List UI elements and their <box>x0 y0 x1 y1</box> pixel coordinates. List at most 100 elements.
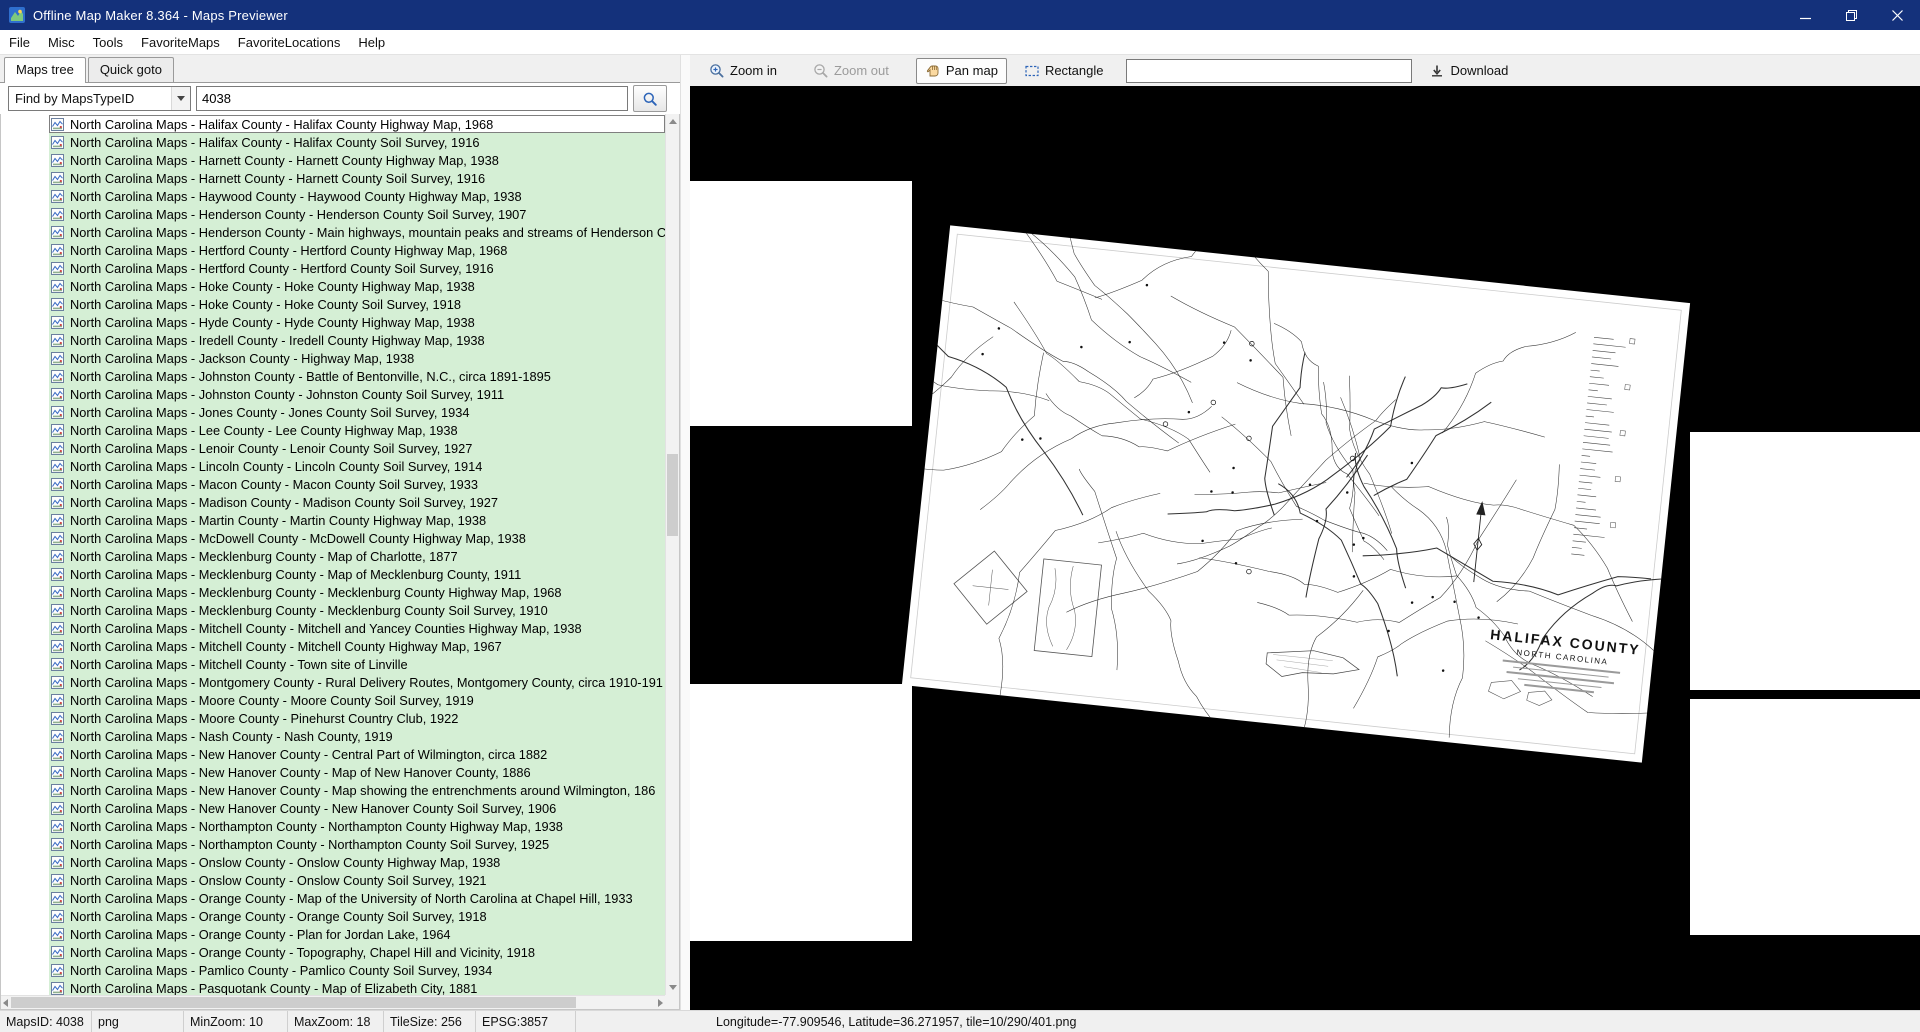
map-item-icon <box>51 658 64 671</box>
tree-item-label: North Carolina Maps - Harnett County - H… <box>70 153 499 168</box>
tree-item[interactable]: North Carolina Maps - Mitchell County - … <box>1 619 665 637</box>
tab-quick-goto[interactable]: Quick goto <box>88 57 174 82</box>
map-item-icon <box>51 820 64 833</box>
tree-item[interactable]: North Carolina Maps - Mecklenburg County… <box>1 583 665 601</box>
map-item-icon <box>51 622 64 635</box>
map-panel: Zoom in Zoom out <box>690 55 1920 1010</box>
tree-item[interactable]: North Carolina Maps - Onslow County - On… <box>1 871 665 889</box>
tree-item[interactable]: North Carolina Maps - Pamlico County - P… <box>1 961 665 979</box>
tree-item[interactable]: North Carolina Maps - Halifax County - H… <box>1 133 665 151</box>
menu-item-misc[interactable]: Misc <box>39 30 84 54</box>
tree-item-label: North Carolina Maps - Onslow County - On… <box>70 855 500 870</box>
tree-item[interactable]: North Carolina Maps - Northampton County… <box>1 817 665 835</box>
restore-button[interactable] <box>1828 0 1874 30</box>
tree-item[interactable]: North Carolina Maps - New Hanover County… <box>1 799 665 817</box>
tree-item[interactable]: North Carolina Maps - Mitchell County - … <box>1 637 665 655</box>
menu-item-tools[interactable]: Tools <box>84 30 132 54</box>
tree-item[interactable]: North Carolina Maps - Moore County - Pin… <box>1 709 665 727</box>
title-bar: Offline Map Maker 8.364 - Maps Previewer <box>0 0 1920 30</box>
tree-item[interactable]: North Carolina Maps - Jackson County - H… <box>1 349 665 367</box>
search-button[interactable] <box>633 85 667 112</box>
tree-item[interactable]: North Carolina Maps - Johnston County - … <box>1 385 665 403</box>
tree-item-label: North Carolina Maps - Nash County - Nash… <box>70 729 393 744</box>
tree-item[interactable]: North Carolina Maps - Halifax County - H… <box>1 115 665 133</box>
tree-item[interactable]: North Carolina Maps - Onslow County - On… <box>1 853 665 871</box>
tree-item[interactable]: North Carolina Maps - Harnett County - H… <box>1 151 665 169</box>
tree-item[interactable]: North Carolina Maps - Iredell County - I… <box>1 331 665 349</box>
zoom-in-button[interactable]: Zoom in <box>700 58 786 84</box>
zoom-out-label: Zoom out <box>834 63 889 78</box>
tree-item[interactable]: North Carolina Maps - Harnett County - H… <box>1 169 665 187</box>
tree-item[interactable]: North Carolina Maps - Jones County - Jon… <box>1 403 665 421</box>
tree-item[interactable]: North Carolina Maps - McDowell County - … <box>1 529 665 547</box>
panel-splitter[interactable] <box>680 55 690 1010</box>
find-by-dropdown[interactable]: Find by MapsTypeID <box>8 86 191 111</box>
toolbar-path-input[interactable] <box>1126 59 1412 83</box>
tree-item[interactable]: North Carolina Maps - Mitchell County - … <box>1 655 665 673</box>
tree-horizontal-scrollbar[interactable] <box>1 995 665 1009</box>
tree-item[interactable]: North Carolina Maps - Nash County - Nash… <box>1 727 665 745</box>
menu-item-favoritemaps[interactable]: FavoriteMaps <box>132 30 229 54</box>
tree-item[interactable]: North Carolina Maps - Martin County - Ma… <box>1 511 665 529</box>
tree-item[interactable]: North Carolina Maps - Hoke County - Hoke… <box>1 277 665 295</box>
map-item-icon <box>51 370 64 383</box>
tree-item[interactable]: North Carolina Maps - Henderson County -… <box>1 205 665 223</box>
tree-item-label: North Carolina Maps - Harnett County - H… <box>70 171 485 186</box>
search-input[interactable] <box>196 86 628 111</box>
tree-item[interactable]: North Carolina Maps - Johnston County - … <box>1 367 665 385</box>
tree-item-label: North Carolina Maps - Mecklenburg County… <box>70 603 548 618</box>
tree-item[interactable]: North Carolina Maps - Orange County - Or… <box>1 907 665 925</box>
tree-item[interactable]: North Carolina Maps - Macon County - Mac… <box>1 475 665 493</box>
tree-item[interactable]: North Carolina Maps - Montgomery County … <box>1 673 665 691</box>
tree-item[interactable]: North Carolina Maps - Moore County - Moo… <box>1 691 665 709</box>
tree-item-label: North Carolina Maps - Hyde County - Hyde… <box>70 315 475 330</box>
tree-item-label: North Carolina Maps - Hertford County - … <box>70 243 507 258</box>
tree-item[interactable]: North Carolina Maps - Lincoln County - L… <box>1 457 665 475</box>
tree-item[interactable]: North Carolina Maps - Madison County - M… <box>1 493 665 511</box>
menu-item-help[interactable]: Help <box>349 30 394 54</box>
close-button[interactable] <box>1874 0 1920 30</box>
tree-item[interactable]: North Carolina Maps - Hoke County - Hoke… <box>1 295 665 313</box>
tree-item[interactable]: North Carolina Maps - Mecklenburg County… <box>1 601 665 619</box>
tab-maps-tree[interactable]: Maps tree <box>4 57 86 83</box>
tree-item[interactable]: North Carolina Maps - Northampton County… <box>1 835 665 853</box>
tree-item-label: North Carolina Maps - Martin County - Ma… <box>70 513 486 528</box>
tree-item-label: North Carolina Maps - Lincoln County - L… <box>70 459 482 474</box>
tree-item[interactable]: North Carolina Maps - Hyde County - Hyde… <box>1 313 665 331</box>
map-item-icon <box>51 514 64 527</box>
tree-item[interactable]: North Carolina Maps - Mecklenburg County… <box>1 547 665 565</box>
tree-item[interactable]: North Carolina Maps - New Hanover County… <box>1 745 665 763</box>
tree-item-label: North Carolina Maps - Mecklenburg County… <box>70 567 521 582</box>
minimize-button[interactable] <box>1782 0 1828 30</box>
map-viewport[interactable]: HALIFAX COUNTY NORTH CAROLINA <box>690 86 1920 1010</box>
tree-item[interactable]: North Carolina Maps - Lenoir County - Le… <box>1 439 665 457</box>
tree-item[interactable]: North Carolina Maps - Orange County - Pl… <box>1 925 665 943</box>
tree-item[interactable]: North Carolina Maps - New Hanover County… <box>1 763 665 781</box>
zoom-out-button[interactable]: Zoom out <box>804 58 898 84</box>
horizontal-scroll-thumb[interactable] <box>11 997 576 1008</box>
tree-item[interactable]: North Carolina Maps - Orange County - To… <box>1 943 665 961</box>
map-item-icon <box>51 604 64 617</box>
status-max-zoom: MaxZoom: 18 <box>288 1011 384 1032</box>
download-button[interactable]: Download <box>1420 58 1517 84</box>
menu-bar: FileMiscToolsFavoriteMapsFavoriteLocatio… <box>0 30 1920 55</box>
menu-item-file[interactable]: File <box>0 30 39 54</box>
tree-item[interactable]: North Carolina Maps - Henderson County -… <box>1 223 665 241</box>
tree-item[interactable]: North Carolina Maps - Hertford County - … <box>1 259 665 277</box>
tree-item-label: North Carolina Maps - Mitchell County - … <box>70 657 408 672</box>
tree-item-label: North Carolina Maps - Mecklenburg County… <box>70 585 562 600</box>
vertical-scroll-thumb[interactable] <box>667 454 678 536</box>
tree-item[interactable]: North Carolina Maps - New Hanover County… <box>1 781 665 799</box>
tree-item[interactable]: North Carolina Maps - Haywood County - H… <box>1 187 665 205</box>
tree-item[interactable]: North Carolina Maps - Lee County - Lee C… <box>1 421 665 439</box>
map-item-icon <box>51 172 64 185</box>
tree-item[interactable]: North Carolina Maps - Orange County - Ma… <box>1 889 665 907</box>
pan-map-button[interactable]: Pan map <box>916 58 1007 84</box>
rectangle-button[interactable]: Rectangle <box>1015 58 1113 84</box>
tree-item[interactable]: North Carolina Maps - Pasquotank County … <box>1 979 665 995</box>
tree-item[interactable]: North Carolina Maps - Mecklenburg County… <box>1 565 665 583</box>
map-item-icon <box>51 838 64 851</box>
tree-vertical-scrollbar[interactable] <box>665 114 679 995</box>
menu-item-favoritelocations[interactable]: FavoriteLocations <box>229 30 350 54</box>
tree-item[interactable]: North Carolina Maps - Hertford County - … <box>1 241 665 259</box>
